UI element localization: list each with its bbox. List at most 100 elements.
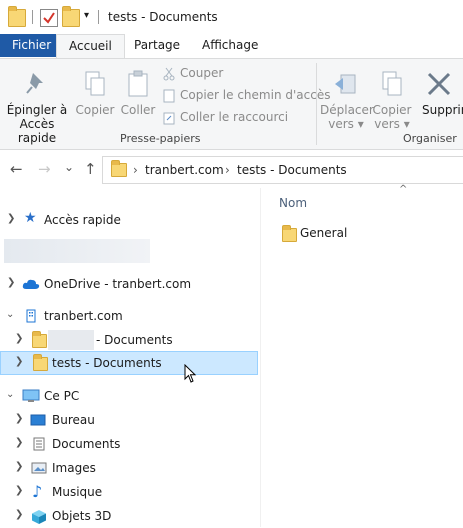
nav-item-onedrive[interactable]: ❯ OneDrive - tranbert.com (0, 272, 258, 296)
cut-button[interactable]: Couper (162, 64, 223, 82)
sort-ascending-icon: ^ (399, 184, 408, 195)
title-bar: ▾ tests - Documents (0, 0, 463, 35)
chevron-right-icon[interactable]: ❯ (15, 437, 23, 448)
nav-label: OneDrive - tranbert.com (44, 277, 192, 291)
move-to-button[interactable]: Déplacer vers ▾ (320, 63, 374, 131)
paste-button[interactable]: Coller (118, 63, 158, 117)
copy-path-button[interactable]: Copier le chemin d'accès (162, 86, 330, 104)
pin-quick-access-button[interactable]: Épingler à Accès rapide (4, 63, 70, 145)
copy-path-label: Copier le chemin d'accès (180, 88, 331, 102)
document-icon (32, 437, 46, 451)
chevron-right-icon[interactable]: ❯ (15, 485, 23, 496)
copy-to-label-line2: vers ▾ (374, 117, 410, 131)
music-note-icon: ♪ (32, 482, 43, 501)
item-name: General (300, 226, 348, 240)
folder-icon (8, 6, 26, 27)
cut-label: Couper (180, 66, 224, 80)
address-field[interactable]: › tranbert.com › tests - Documents (102, 156, 463, 184)
computer-icon (22, 389, 40, 403)
delete-button[interactable]: Supprim (418, 63, 463, 117)
ribbon: Épingler à Accès rapide Copier Coller Co… (0, 58, 463, 150)
delete-label: Supprim (422, 103, 463, 117)
redacted-block (48, 330, 94, 350)
properties-icon[interactable] (40, 9, 58, 27)
nav-label: Images (52, 461, 96, 475)
paste-shortcut-button[interactable]: Coller le raccourci (162, 108, 288, 126)
nav-label: Ce PC (44, 389, 80, 403)
divider (32, 10, 33, 24)
nav-item-documents[interactable]: ❯ Documents (0, 432, 258, 456)
pictures-icon (31, 461, 47, 475)
pane-splitter[interactable] (260, 188, 261, 527)
pin-label-line1: Épingler à (6, 103, 68, 117)
star-icon: ★ (24, 210, 37, 226)
window-title: tests - Documents (108, 10, 218, 24)
redacted-block (4, 239, 150, 263)
folder-icon (32, 331, 47, 348)
chevron-down-icon[interactable]: ⌄ (6, 389, 14, 400)
cloud-icon (22, 277, 40, 291)
copy-button[interactable]: Copier (74, 63, 116, 117)
nav-label: Documents (52, 437, 121, 451)
move-to-label-line1: Déplacer (320, 103, 374, 117)
paste-shortcut-icon (162, 111, 176, 125)
quick-access-toolbar-dropdown-icon[interactable]: ▾ (84, 10, 89, 21)
ribbon-tabs: Fichier Accueil Partage Affichage (0, 34, 463, 59)
nav-item-hidden-documents[interactable]: ❯ - Documents (0, 328, 258, 352)
chevron-right-icon[interactable]: ❯ (15, 356, 23, 367)
chevron-right-icon[interactable]: ❯ (15, 509, 23, 520)
new-folder-icon[interactable] (62, 6, 80, 27)
tab-home[interactable]: Accueil (56, 34, 125, 59)
nav-label: - Documents (96, 333, 173, 347)
nav-item-this-pc[interactable]: ⌄ Ce PC (0, 384, 258, 408)
pin-icon (24, 69, 50, 99)
copy-path-icon (162, 89, 176, 103)
nav-label: tranbert.com (44, 309, 123, 323)
tab-file[interactable]: Fichier (0, 34, 64, 57)
back-arrow-icon[interactable]: ← (10, 160, 23, 178)
nav-label: Accès rapide (44, 213, 121, 227)
forward-arrow-icon[interactable]: → (38, 160, 51, 178)
chevron-right-icon[interactable]: ❯ (7, 277, 15, 288)
desktop-icon (30, 413, 46, 427)
move-to-label-line2: vers ▾ (328, 117, 364, 131)
chevron-right-icon[interactable]: ❯ (15, 333, 23, 344)
scissors-icon (162, 67, 176, 81)
breadcrumb-separator: › (133, 163, 138, 177)
file-list-item[interactable]: General (280, 224, 400, 244)
folder-icon (33, 354, 48, 371)
folder-icon (111, 160, 127, 177)
copy-label: Copier (75, 103, 115, 117)
breadcrumb-item[interactable]: tranbert.com (145, 163, 224, 177)
clipboard-group-label: Presse-papiers (120, 132, 201, 145)
chevron-right-icon[interactable]: ❯ (15, 461, 23, 472)
chevron-down-icon[interactable]: ⌄ (6, 309, 14, 320)
organize-group-label: Organiser (403, 132, 457, 145)
breadcrumb-item-current[interactable]: tests - Documents (237, 163, 347, 177)
paste-shortcut-label: Coller le raccourci (180, 110, 289, 124)
folder-icon (282, 225, 297, 242)
group-divider (316, 63, 317, 145)
building-icon (24, 309, 38, 323)
divider (98, 10, 99, 24)
column-header-name[interactable]: Nom (279, 196, 307, 210)
cube-icon (31, 509, 46, 524)
tab-share[interactable]: Partage (122, 34, 192, 57)
pin-label-line2: Accès rapide (17, 117, 57, 145)
chevron-right-icon[interactable]: ❯ (15, 413, 23, 424)
tab-view[interactable]: Affichage (190, 34, 270, 57)
nav-item-quick-access[interactable]: ❯ ★ Accès rapide (0, 208, 258, 232)
chevron-right-icon[interactable]: ❯ (7, 213, 15, 224)
nav-item-music[interactable]: ❯ ♪ Musique (0, 480, 258, 504)
nav-item-images[interactable]: ❯ Images (0, 456, 258, 480)
recent-locations-chevron-icon[interactable]: ⌄ (64, 160, 74, 174)
nav-item-desktop[interactable]: ❯ Bureau (0, 408, 258, 432)
nav-item-3d-objects[interactable]: ❯ Objets 3D (0, 504, 258, 528)
copy-to-icon (379, 69, 405, 99)
address-bar-row: ← → ⌄ ↑ › tranbert.com › tests - Documen… (0, 150, 463, 188)
nav-label: Objets 3D (52, 509, 112, 523)
nav-item-org[interactable]: ⌄ tranbert.com (0, 304, 258, 328)
up-arrow-icon[interactable]: ↑ (84, 160, 97, 178)
copy-to-button[interactable]: Copier vers ▾ (372, 63, 412, 131)
nav-item-tests-documents[interactable]: ❯ tests - Documents (0, 351, 258, 375)
